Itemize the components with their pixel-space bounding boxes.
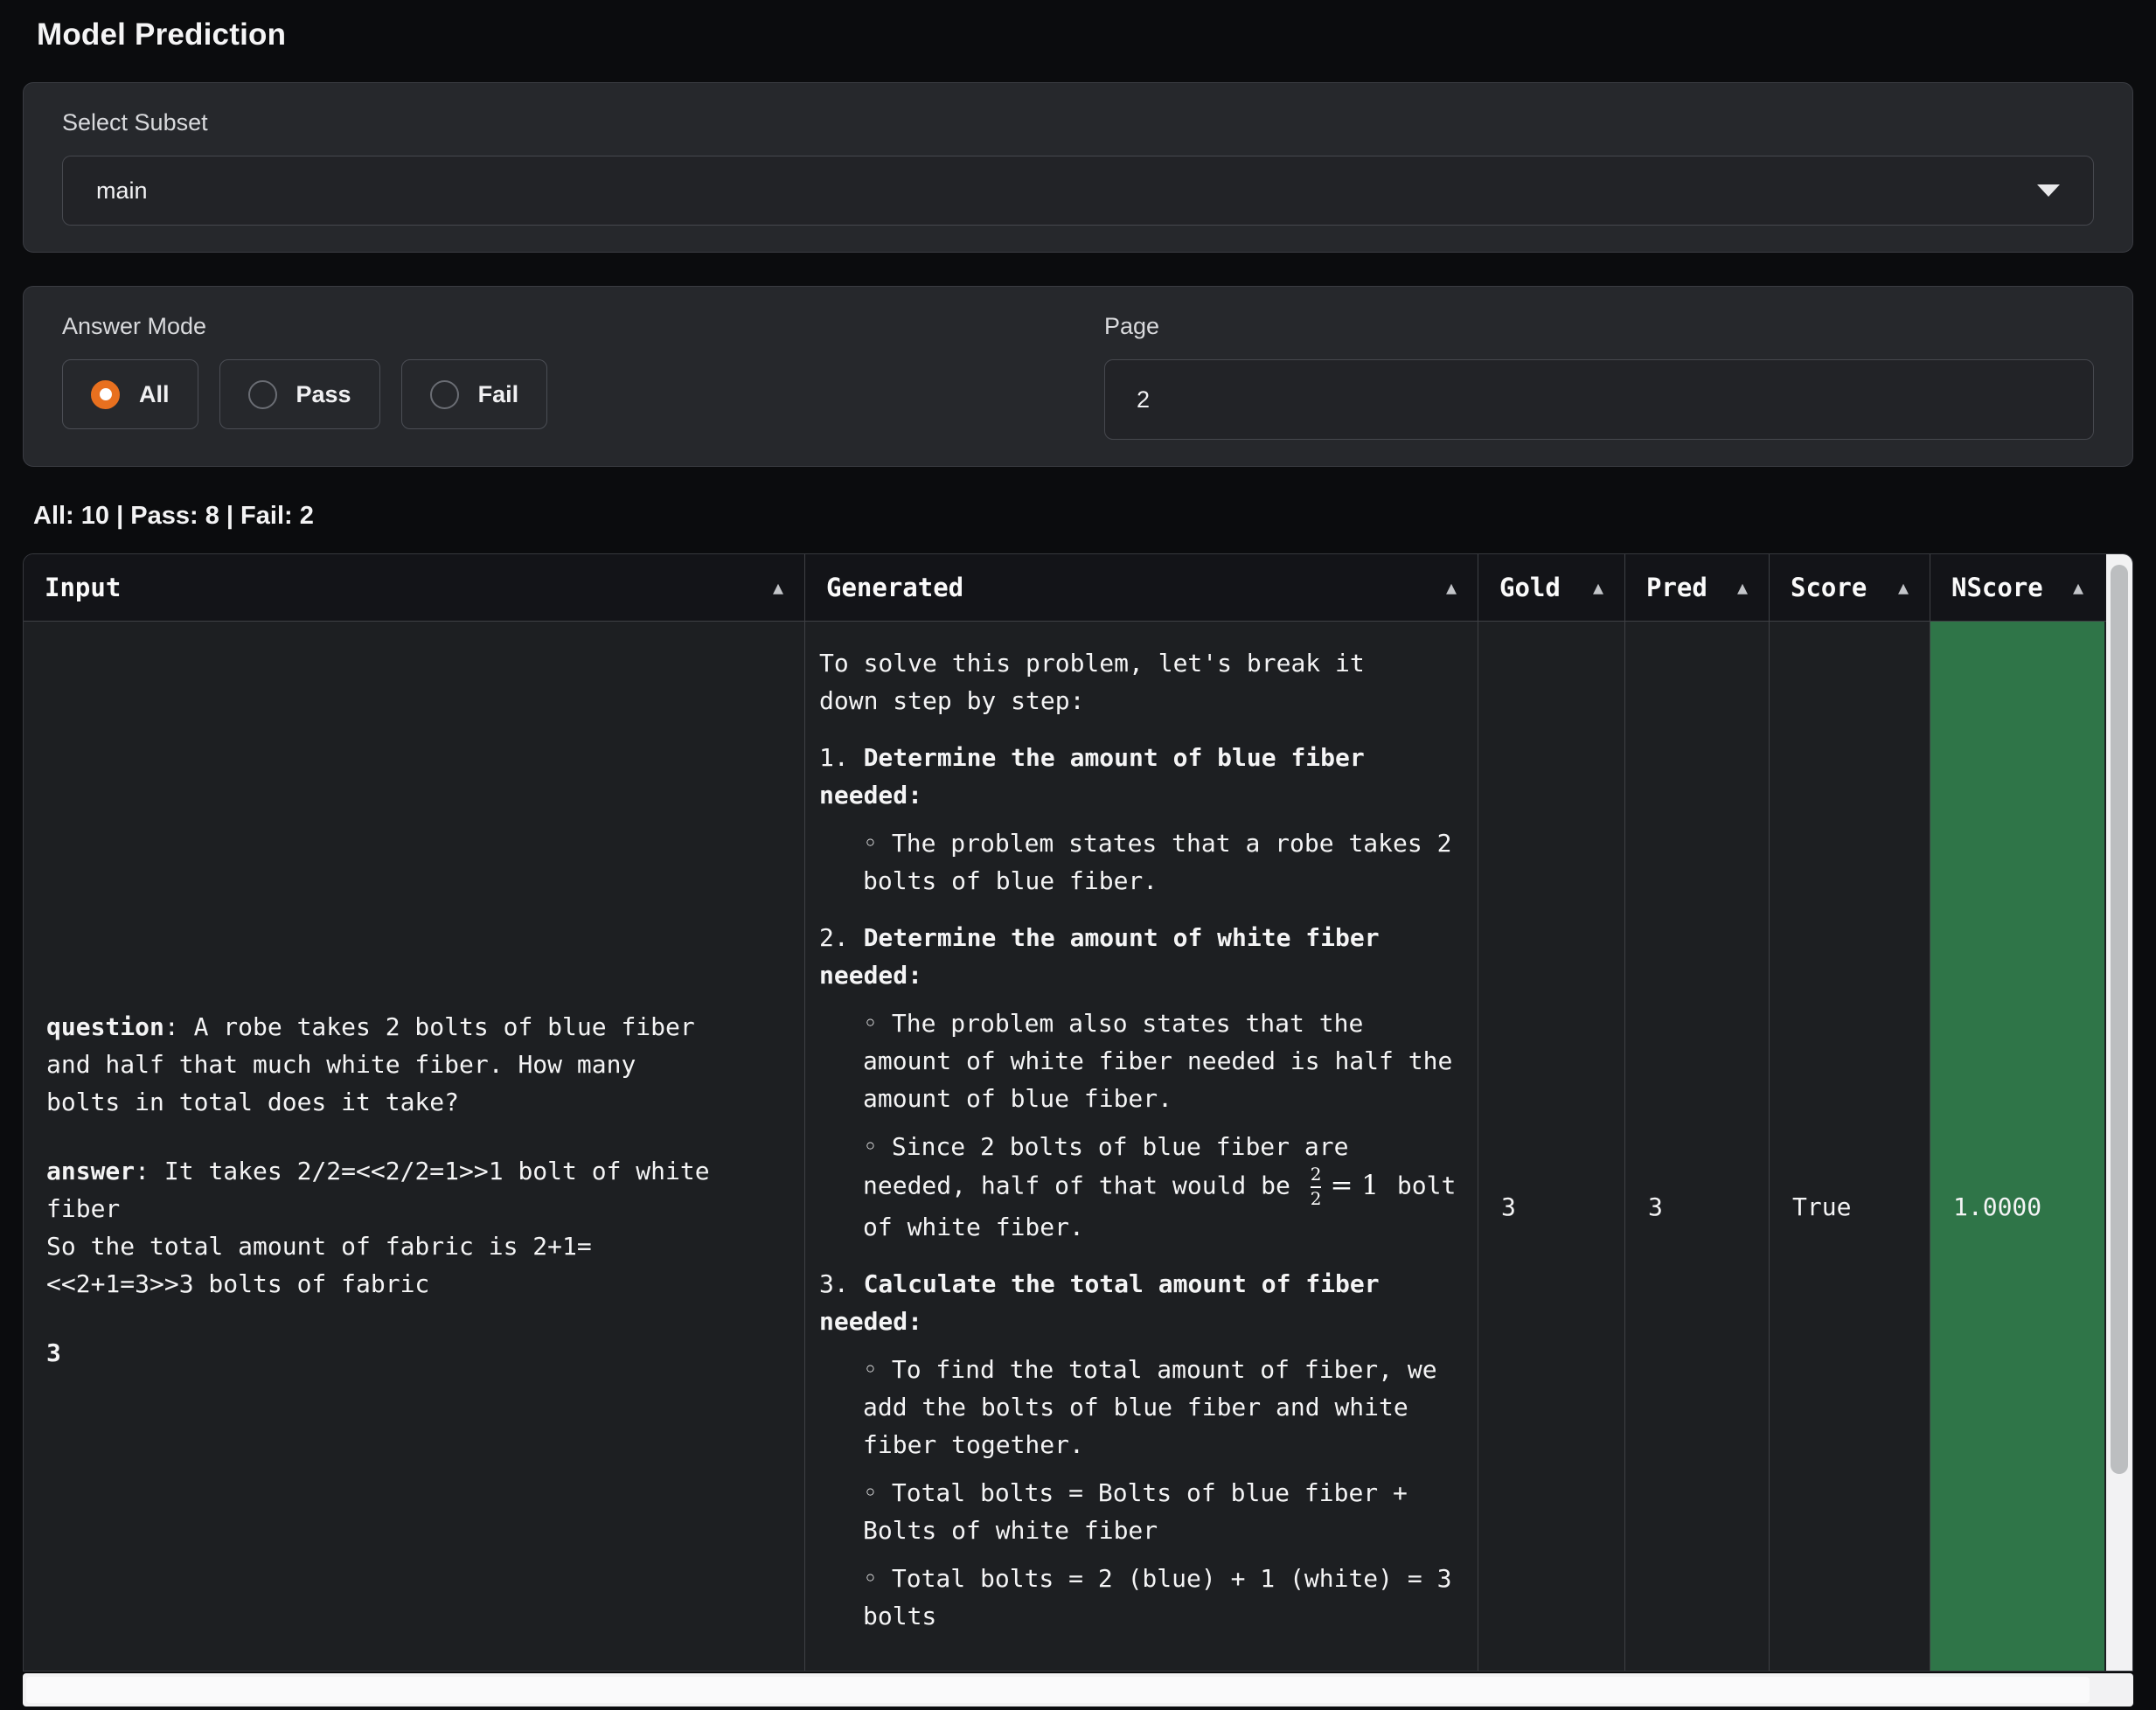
generated-bullet: ◦The problem states that a robe takes 2 … (819, 824, 1469, 900)
sort-asc-icon[interactable]: ▲ (1898, 577, 1909, 598)
subset-panel: Select Subset main (23, 82, 2133, 253)
math-equals: = 1 (1330, 1170, 1379, 1201)
circle-bullet-icon: ◦ (863, 1132, 878, 1161)
table-header-row: Input ▲ Generated ▲ Gold ▲ Pred ▲ Score (24, 554, 2106, 622)
page-field-label: Page (1104, 313, 2094, 340)
input-answer: answer: It takes 2/2=<<2/2=1>>1 bolt of … (46, 1152, 782, 1303)
generated-bullet: ◦The problem also states that the amount… (819, 1004, 1469, 1117)
column-header-input[interactable]: Input ▲ (24, 554, 805, 621)
input-final-answer: 3 (46, 1334, 782, 1372)
generated-bullet: ◦To find the total amount of fiber, we a… (819, 1351, 1469, 1463)
page-title: Model Prediction (37, 17, 2133, 52)
circle-bullet-icon: ◦ (863, 1564, 878, 1593)
horizontal-scrollbar-thumb[interactable] (26, 1677, 2090, 1703)
cell-gold: 3 (1478, 622, 1625, 1671)
generated-bullet: ◦Total bolts = Bolts of blue fiber + Bol… (819, 1474, 1469, 1549)
radio-unselected-icon (248, 380, 277, 409)
column-header-generated[interactable]: Generated ▲ (805, 554, 1478, 621)
circle-bullet-icon: ◦ (863, 1478, 878, 1507)
model-prediction-page: Model Prediction Select Subset main Answ… (0, 0, 2156, 1710)
column-header-nscore[interactable]: NScore ▲ (1930, 554, 2104, 621)
sort-asc-icon[interactable]: ▲ (773, 577, 783, 598)
generated-step-1: 1. Determine the amount of blue fiber ne… (819, 739, 1469, 814)
cell-nscore: 1.0000 (1930, 622, 2104, 1671)
radio-option-label: Pass (296, 381, 351, 408)
circle-bullet-icon: ◦ (863, 829, 878, 858)
radio-option-all[interactable]: All (62, 359, 198, 429)
radio-unselected-icon (430, 380, 459, 409)
cell-pred: 3 (1625, 622, 1770, 1671)
cell-score: True (1770, 622, 1930, 1671)
generated-intro: To solve this problem, let's break it do… (819, 644, 1469, 719)
results-table-main: Input ▲ Generated ▲ Gold ▲ Pred ▲ Score (24, 554, 2106, 1671)
radio-option-fail[interactable]: Fail (401, 359, 548, 429)
vertical-scrollbar-thumb[interactable] (2111, 565, 2128, 1474)
column-header-pred[interactable]: Pred ▲ (1625, 554, 1770, 621)
input-question: question: A robe takes 2 bolts of blue f… (46, 1008, 782, 1121)
answer-mode-group: Answer Mode All Pass Fail (62, 313, 1052, 440)
column-header-gold[interactable]: Gold ▲ (1478, 554, 1625, 621)
generated-bullet-math: ◦Since 2 bolts of blue fiber are needed,… (819, 1128, 1469, 1246)
math-fraction: 22 (1311, 1165, 1322, 1208)
radio-option-label: Fail (478, 381, 519, 408)
sort-asc-icon[interactable]: ▲ (2073, 577, 2083, 598)
chevron-down-icon (2037, 184, 2060, 197)
cell-input: question: A robe takes 2 bolts of blue f… (24, 622, 805, 1671)
sort-asc-icon[interactable]: ▲ (1593, 577, 1603, 598)
radio-dot-icon (100, 388, 112, 400)
table-row: question: A robe takes 2 bolts of blue f… (24, 622, 2106, 1671)
answer-mode-label: Answer Mode (62, 313, 1052, 340)
subset-dropdown[interactable]: main (62, 156, 2094, 226)
sort-asc-icon[interactable]: ▲ (1446, 577, 1457, 598)
controls-panel: Answer Mode All Pass Fail Page (23, 286, 2133, 467)
generated-step-2: 2. Determine the amount of white fiber n… (819, 919, 1469, 994)
generated-step-3: 3. Calculate the total amount of fiber n… (819, 1265, 1469, 1340)
horizontal-scrollbar[interactable] (23, 1673, 2133, 1707)
circle-bullet-icon: ◦ (863, 1009, 878, 1038)
answer-mode-options: All Pass Fail (62, 359, 1052, 429)
subset-label: Select Subset (62, 109, 2094, 136)
vertical-scrollbar[interactable] (2106, 554, 2132, 1671)
circle-bullet-icon: ◦ (863, 1355, 878, 1384)
page-input[interactable] (1104, 359, 2094, 440)
stats-summary: All: 10 | Pass: 8 | Fail: 2 (33, 502, 2133, 531)
radio-option-pass[interactable]: Pass (219, 359, 380, 429)
subset-dropdown-value: main (96, 177, 148, 205)
cell-generated: To solve this problem, let's break it do… (805, 622, 1478, 1671)
table-body[interactable]: question: A robe takes 2 bolts of blue f… (24, 622, 2106, 1671)
sort-asc-icon[interactable]: ▲ (1737, 577, 1748, 598)
generated-bullet: ◦Total bolts = 2 (blue) + 1 (white) = 3 … (819, 1560, 1469, 1635)
radio-option-label: All (139, 381, 170, 408)
column-header-score[interactable]: Score ▲ (1770, 554, 1930, 621)
radio-selected-icon (91, 380, 120, 409)
results-table: Input ▲ Generated ▲ Gold ▲ Pred ▲ Score (23, 553, 2133, 1672)
page-field-group: Page (1104, 313, 2094, 440)
